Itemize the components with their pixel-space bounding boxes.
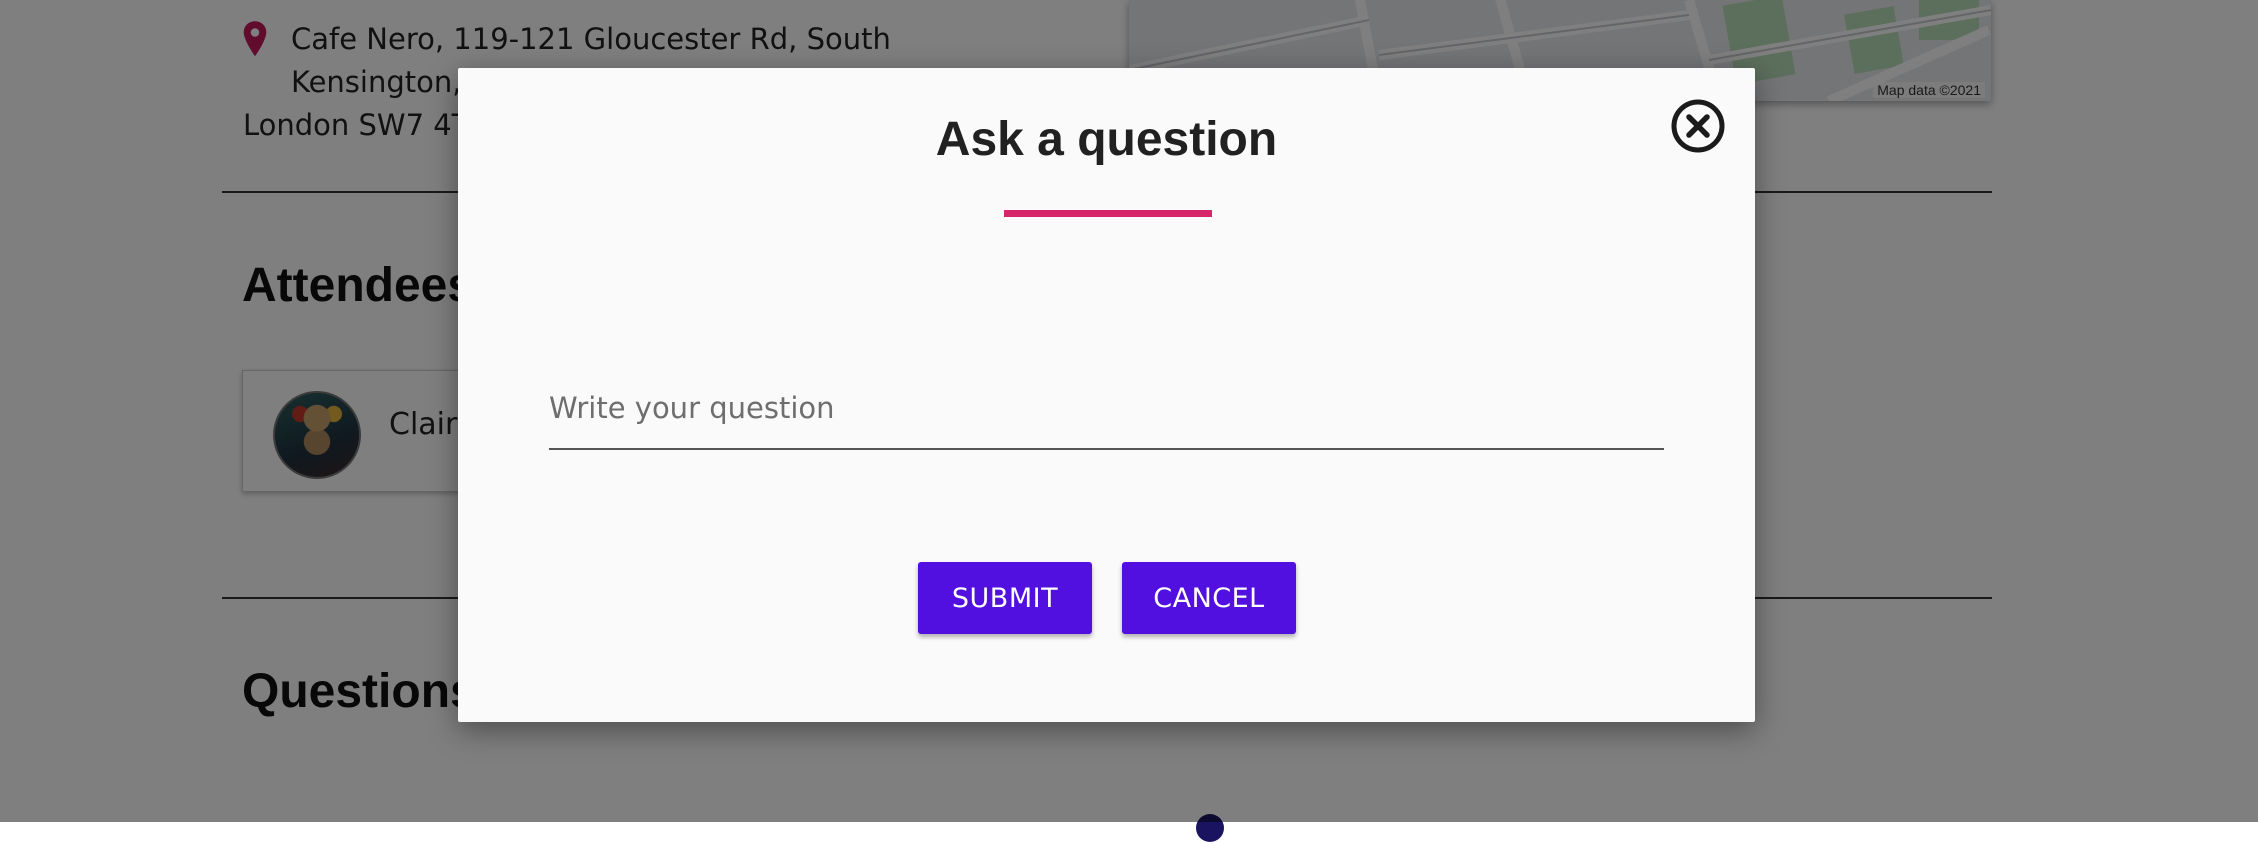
submit-button[interactable]: SUBMIT <box>918 562 1092 634</box>
close-icon[interactable] <box>1670 98 1726 154</box>
question-input[interactable] <box>549 368 1664 450</box>
title-accent-bar <box>1004 210 1212 217</box>
dialog-title: Ask a question <box>935 113 1278 166</box>
ask-question-dialog: Ask a question SUBMIT CANCEL <box>458 68 1755 722</box>
cancel-button[interactable]: CANCEL <box>1122 562 1296 634</box>
